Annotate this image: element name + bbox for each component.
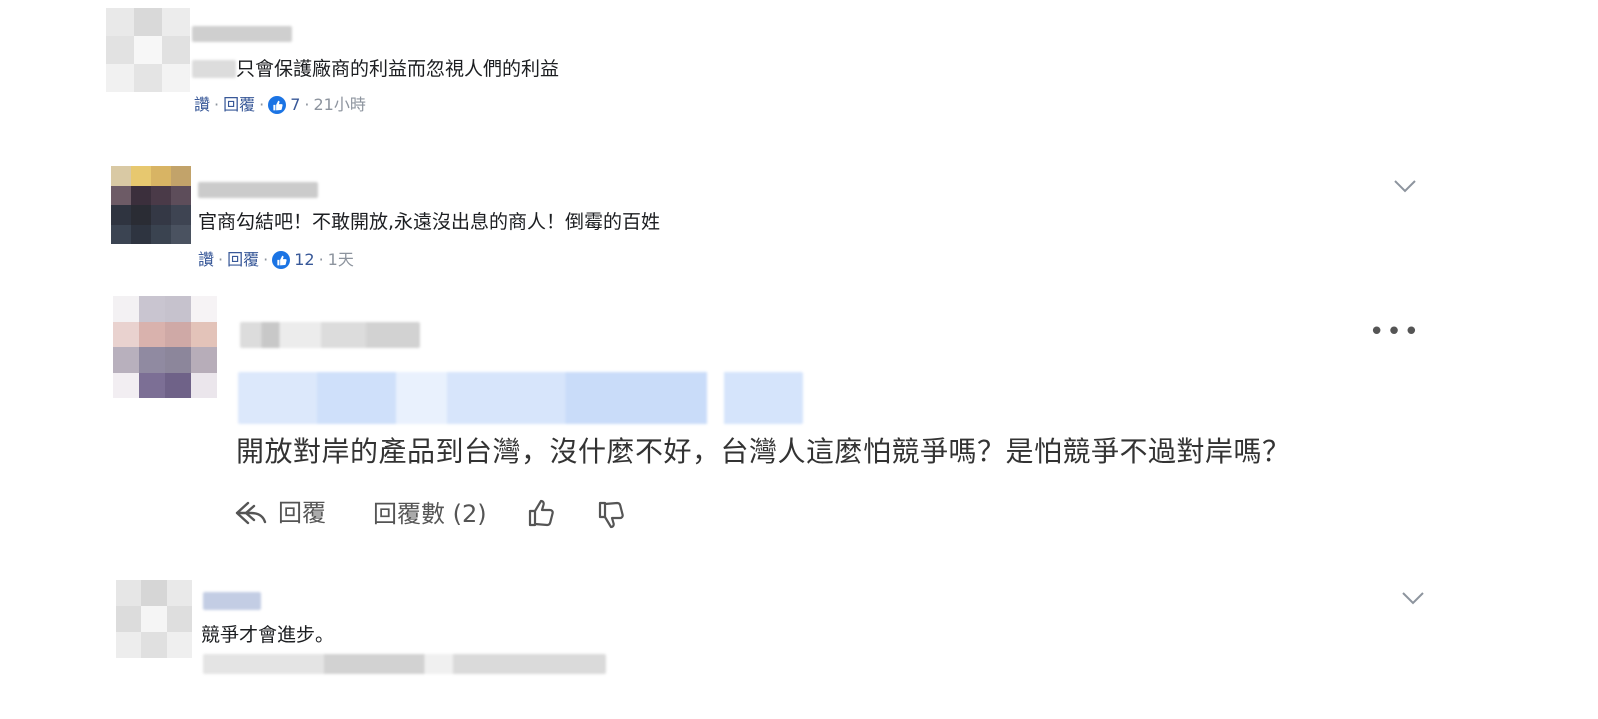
- reply-link[interactable]: 回覆: [223, 95, 255, 115]
- mention-tag[interactable]: [192, 60, 236, 78]
- author-name[interactable]: [240, 322, 420, 348]
- comment-actions: 讚 · 回覆 · 12 · 1天: [198, 250, 354, 270]
- like-link[interactable]: 讚: [198, 250, 214, 270]
- thumbs-up-icon[interactable]: [268, 96, 287, 114]
- chevron-down-icon[interactable]: [1401, 590, 1425, 606]
- reply-label: 回覆: [278, 499, 326, 527]
- reaction-count[interactable]: 7: [290, 95, 300, 115]
- avatar[interactable]: [116, 580, 192, 658]
- comment-text: 官商勾結吧！不敢開放,永遠沒出息的商人！倒霉的百姓: [198, 211, 661, 233]
- comment-actions: 讚 · 回覆 · 7 · 21小時: [194, 95, 366, 115]
- reply-arrow-icon: [235, 501, 267, 525]
- separator: ·: [263, 250, 269, 269]
- like-link[interactable]: 讚: [194, 95, 210, 115]
- thumbs-up-icon[interactable]: [272, 251, 291, 269]
- separator: ·: [214, 95, 220, 114]
- thumbs-down-outline-icon[interactable]: [596, 500, 626, 530]
- comment-text: 競爭才會進步。: [201, 624, 335, 646]
- comment-subtitle: [238, 372, 803, 424]
- author-name[interactable]: [192, 26, 292, 42]
- avatar[interactable]: [113, 296, 217, 398]
- timestamp[interactable]: 21小時: [314, 95, 366, 115]
- separator: ·: [318, 250, 324, 269]
- timestamp[interactable]: 1天: [328, 250, 354, 270]
- separator: ·: [259, 95, 265, 114]
- more-dots-icon[interactable]: •••: [1369, 319, 1421, 345]
- author-name[interactable]: [203, 592, 261, 610]
- separator: ·: [218, 250, 224, 269]
- reply-button[interactable]: 回覆: [234, 498, 326, 528]
- chevron-down-icon[interactable]: [1393, 178, 1417, 194]
- thumbs-up-outline-icon[interactable]: [526, 498, 556, 528]
- separator: ·: [304, 95, 310, 114]
- comment-text: 只會保護廠商的利益而忽視人們的利益: [236, 58, 560, 80]
- comment-text: 開放對岸的產品到台灣，沒什麼不好，台灣人這麼怕競爭嗎？是怕競爭不過對岸嗎？: [236, 435, 1291, 468]
- avatar[interactable]: [106, 8, 190, 92]
- reply-count-button[interactable]: 回覆數 (2): [373, 499, 487, 529]
- comment-actions: [203, 654, 606, 674]
- avatar[interactable]: [111, 166, 191, 244]
- reply-link[interactable]: 回覆: [227, 250, 259, 270]
- author-name[interactable]: [198, 182, 318, 198]
- reaction-count[interactable]: 12: [294, 250, 314, 270]
